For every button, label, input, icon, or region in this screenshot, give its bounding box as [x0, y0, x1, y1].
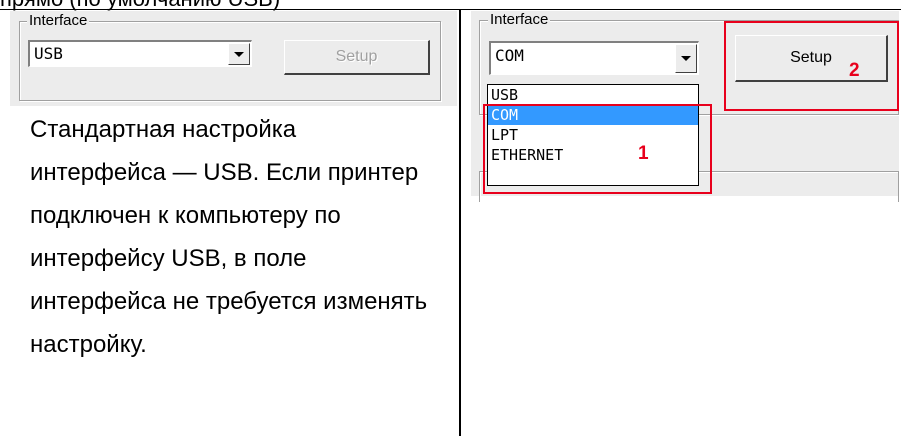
- description-text: Стандартная настройка интерфейса — USB. …: [30, 116, 428, 358]
- right-combo-value: COM: [495, 46, 524, 65]
- annotation-marker-1: 1: [638, 143, 649, 164]
- left-combo-dropdown-button[interactable]: [228, 43, 250, 65]
- left-interface-combo[interactable]: USB: [28, 40, 252, 67]
- left-setup-button[interactable]: Setup: [284, 40, 430, 75]
- table-top-border: [0, 9, 901, 10]
- right-interface-label: Interface: [488, 11, 551, 28]
- annotation-marker-2: 2: [849, 60, 860, 81]
- table-column-divider: [459, 10, 461, 436]
- right-interface-combo[interactable]: COM: [489, 41, 699, 75]
- dropdown-option-usb[interactable]: USB: [488, 85, 698, 105]
- highlight-box-1: [483, 104, 712, 194]
- left-dialog-panel: Interface USB Setup: [10, 11, 457, 106]
- left-interface-label: Interface: [27, 12, 90, 29]
- chevron-down-icon: [234, 51, 244, 57]
- highlight-box-2: [724, 21, 899, 111]
- left-combo-value: USB: [34, 44, 63, 63]
- right-combo-dropdown-button[interactable]: [675, 44, 697, 73]
- chevron-down-icon: [681, 56, 691, 61]
